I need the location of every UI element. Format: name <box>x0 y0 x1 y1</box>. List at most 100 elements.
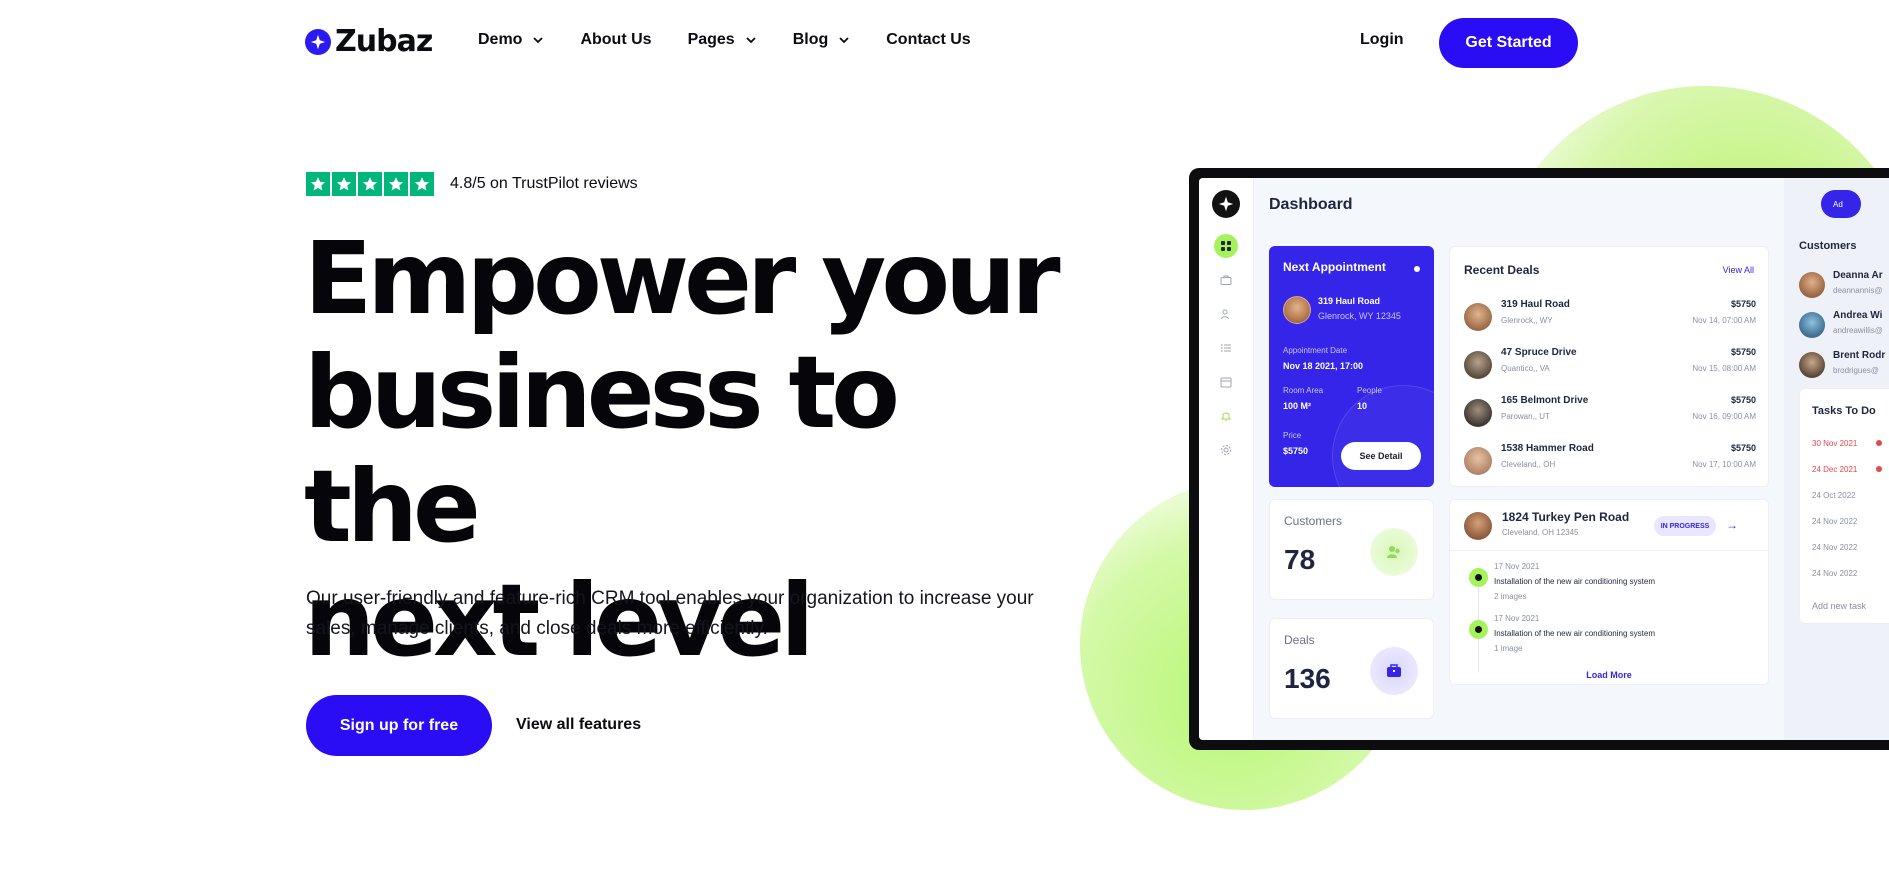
arrow-right-icon[interactable]: → <box>1726 518 1738 532</box>
task-date[interactable]: 24 Nov 2022 <box>1812 543 1857 552</box>
customer-email: andreawillis@ <box>1833 326 1883 335</box>
status-badge: IN PROGRESS <box>1654 516 1716 536</box>
avatar <box>1799 352 1825 378</box>
overdue-dot <box>1876 440 1882 446</box>
brand-logo[interactable]: Zubaz <box>305 24 433 59</box>
tasks-title: Tasks To Do <box>1812 405 1876 417</box>
area-label: Room Area <box>1283 386 1324 395</box>
chevron-down-icon <box>533 37 544 44</box>
rating-stars <box>306 172 434 196</box>
deal-row[interactable]: 1538 Hammer Road Cleveland,, OH $5750 No… <box>1464 441 1756 477</box>
deal-date: Nov 14, 07:00 AM <box>1692 316 1756 325</box>
next-appointment-card: Next Appointment 319 Haul Road Glenrock,… <box>1269 246 1434 487</box>
menu-item-demo[interactable]: Demo <box>478 31 544 49</box>
main-menu: Demo About Us Pages Blog Contact Us <box>478 31 1007 49</box>
deal-row[interactable]: 47 Spruce Drive Quantico,, VA $5750 Nov … <box>1464 345 1756 381</box>
menu-item-contact[interactable]: Contact Us <box>886 31 970 49</box>
price-label: Price <box>1283 431 1302 440</box>
timeline-sub: 1 image <box>1494 644 1523 653</box>
add-task-input[interactable]: Add new task <box>1812 601 1866 611</box>
menu-item-blog[interactable]: Blog <box>793 31 851 49</box>
activity-title: 1824 Turkey Pen Road <box>1502 510 1630 524</box>
brand-name: Zubaz <box>335 24 433 59</box>
recent-deals-card: Recent Deals View All 319 Haul Road Glen… <box>1449 246 1769 487</box>
customer-email: deannannis@ <box>1833 286 1883 295</box>
timeline-date: 17 Nov 2021 <box>1494 614 1540 623</box>
area-value: 100 M² <box>1283 401 1312 411</box>
add-button[interactable]: Ad <box>1821 190 1861 218</box>
task-date[interactable]: 24 Nov 2022 <box>1812 569 1857 578</box>
deal-price: $5750 <box>1730 443 1756 453</box>
appointment-city: Glenrock, WY 12345 <box>1318 311 1401 321</box>
stat-label: Deals <box>1284 633 1315 647</box>
timeline-date: 17 Nov 2021 <box>1494 562 1540 571</box>
avatar <box>1799 272 1825 298</box>
top-navigation: Zubaz Demo About Us Pages Blog Contact U… <box>0 0 1889 86</box>
menu-item-about[interactable]: About Us <box>580 31 651 49</box>
overdue-dot <box>1876 466 1882 472</box>
deal-price: $5750 <box>1730 299 1756 309</box>
deal-city: Cleveland,, OH <box>1501 460 1556 469</box>
stat-value: 136 <box>1284 663 1331 694</box>
menu-item-label: About Us <box>580 31 652 48</box>
list-icon[interactable] <box>1214 336 1238 360</box>
appointment-title: Next Appointment <box>1283 260 1386 274</box>
view-features-link[interactable]: View all features <box>516 716 641 734</box>
price-value: $5750 <box>1283 446 1309 456</box>
chevron-down-icon <box>839 37 849 44</box>
task-date[interactable]: 24 Oct 2022 <box>1812 491 1856 500</box>
deal-name: 165 Belmont Drive <box>1501 395 1589 406</box>
tasks-card: Tasks To Do 30 Nov 2021 24 Dec 2021 24 O… <box>1799 388 1889 624</box>
grid-icon[interactable] <box>1214 234 1238 258</box>
briefcase-icon[interactable] <box>1214 268 1238 292</box>
deal-name: 319 Haul Road <box>1501 299 1570 310</box>
calendar-icon[interactable] <box>1214 370 1238 394</box>
task-date[interactable]: 30 Nov 2021 <box>1812 439 1857 448</box>
users-icon[interactable] <box>1214 302 1238 326</box>
settings-icon[interactable] <box>1214 438 1238 462</box>
deal-row[interactable]: 319 Haul Road Glenrock,, WY $5750 Nov 14… <box>1464 297 1756 333</box>
avatar <box>1464 399 1492 427</box>
star-icon <box>332 172 356 196</box>
avatar <box>1464 447 1492 475</box>
star-icon <box>358 172 382 196</box>
deal-row[interactable]: 165 Belmont Drive Parowan,, UT $5750 Nov… <box>1464 393 1756 429</box>
rating-text: 4.8/5 on TrustPilot reviews <box>450 175 638 192</box>
deal-city: Quantico,, VA <box>1501 364 1550 373</box>
menu-item-label: Pages <box>687 31 735 48</box>
avatar <box>1283 296 1311 324</box>
people-value: 10 <box>1357 401 1368 411</box>
deal-city: Glenrock,, WY <box>1501 316 1553 325</box>
menu-item-label: Blog <box>792 31 829 48</box>
customers-stat-card: Customers 78 <box>1269 499 1434 600</box>
deal-date: Nov 17, 10:00 AM <box>1692 460 1756 469</box>
appointment-address: 319 Haul Road <box>1318 296 1381 306</box>
headline-line: business to the <box>304 334 900 565</box>
chevron-down-icon <box>746 37 756 44</box>
hero-subtext: Our user-friendly and feature-rich CRM t… <box>306 588 1034 639</box>
see-detail-button[interactable]: See Detail <box>1341 442 1421 470</box>
timeline-text: Installation of the new air conditioning… <box>1494 577 1655 586</box>
customer-email: brodrigues@ <box>1833 366 1879 375</box>
task-date[interactable]: 24 Dec 2021 <box>1812 465 1857 474</box>
timeline-dot-icon <box>1469 620 1488 639</box>
deal-activity-card: 1824 Turkey Pen Road Cleveland, OH 12345… <box>1449 499 1769 685</box>
avatar <box>1464 351 1492 379</box>
view-all-link[interactable]: View All <box>1723 265 1754 275</box>
get-started-button[interactable]: Get Started <box>1439 18 1578 68</box>
customer-item[interactable]: Andrea Wi andreawillis@ <box>1799 310 1889 342</box>
star-icon <box>306 172 330 196</box>
customer-item[interactable]: Brent Rodr brodrigues@ <box>1799 350 1889 382</box>
deals-stat-card: Deals 136 <box>1269 618 1434 719</box>
load-more-link[interactable]: Load More <box>1450 670 1768 680</box>
signup-button[interactable]: Sign up for free <box>306 695 492 756</box>
menu-item-pages[interactable]: Pages <box>688 31 757 49</box>
star-icon <box>384 172 408 196</box>
bell-icon[interactable] <box>1214 404 1238 428</box>
login-link[interactable]: Login <box>1360 31 1404 49</box>
task-date[interactable]: 24 Nov 2022 <box>1812 517 1857 526</box>
avatar <box>1464 303 1492 331</box>
customer-item[interactable]: Deanna Ar deannannis@ <box>1799 270 1889 302</box>
timeline-sub: 2 images <box>1494 592 1527 601</box>
menu-item-label: Demo <box>478 31 523 48</box>
